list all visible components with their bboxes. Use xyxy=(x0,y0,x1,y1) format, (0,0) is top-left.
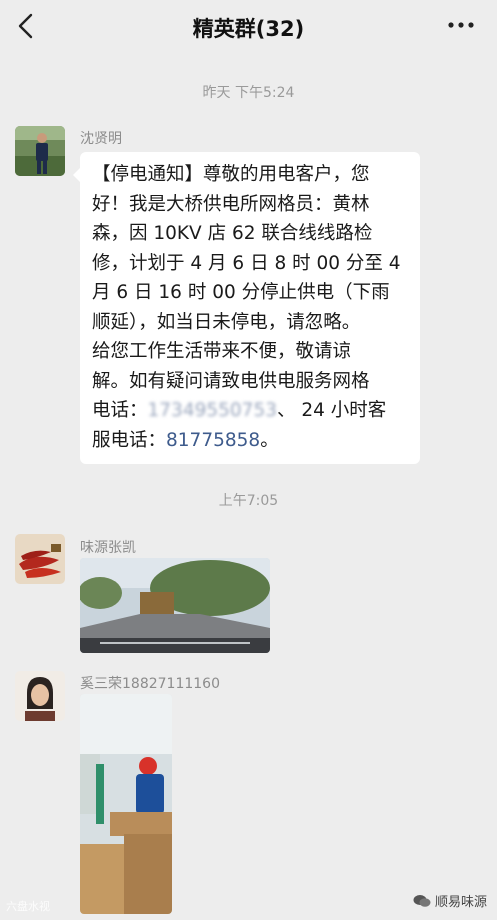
message-line: 森，因 10KV 店 62 联合线线路检 xyxy=(92,223,373,244)
sender-name: 沈贤明 xyxy=(80,131,122,147)
wechat-logo-icon xyxy=(413,894,431,907)
avatar-sender-1[interactable] xyxy=(15,126,65,176)
top-bar: 精英群(32) xyxy=(0,0,497,52)
road-dashcam-photo-icon xyxy=(80,558,270,653)
chat-title: 精英群(32) xyxy=(192,17,305,41)
message-line: 电话：17349550753、 24 小时客 xyxy=(92,396,410,426)
message-line: 服电话：81775858。 xyxy=(92,426,410,456)
avatar-chili-photo-icon xyxy=(15,534,65,584)
message-line: 顺延），如当日未停电，请忽略。 xyxy=(92,311,361,333)
avatar-man-photo-icon xyxy=(15,126,65,176)
message-line: 【停电通知】尊敬的用电客户，您 xyxy=(92,164,370,185)
message-line: 解。如有疑问请致电供电服务网格 xyxy=(92,370,370,392)
message-line: 好！我是大桥供电所网格员：黄林 xyxy=(92,193,370,215)
phone-link-blurred[interactable]: 17349550753 xyxy=(148,400,277,421)
timestamp: 上午7:05 xyxy=(218,493,279,509)
phone-link[interactable]: 81775858 xyxy=(166,430,260,451)
message-text: 服电话： xyxy=(92,429,167,451)
avatar-woman-photo-icon xyxy=(15,671,65,721)
message-text: 。 xyxy=(260,429,279,451)
watermark-left: 六盘水视 xyxy=(6,900,50,913)
message-line: 给您工作生活带来不便，敬请谅 xyxy=(92,341,352,362)
image-message-workshop[interactable] xyxy=(80,694,172,914)
timestamp: 昨天 下午5:24 xyxy=(202,85,295,101)
more-options-icon[interactable] xyxy=(447,16,475,34)
message-line: 月 6 日 16 时 00 分停止供电（下雨 xyxy=(92,282,390,303)
watermark-right: 顺易味源 xyxy=(413,891,487,910)
message-line: 修，计划于 4 月 6 日 8 时 00 分至 4 xyxy=(92,252,401,274)
watermark-text: 顺易味源 xyxy=(434,895,487,910)
message-text: 电话： xyxy=(92,400,148,421)
message-bubble-outage-notice[interactable]: 【停电通知】尊敬的用电客户，您 好！我是大桥供电所网格员：黄林 森，因 10KV… xyxy=(73,152,420,464)
sender-name: 味源张凯 xyxy=(80,540,136,556)
sender-name: 奚三荣18827111160 xyxy=(80,676,220,692)
avatar-sender-2[interactable] xyxy=(15,534,65,584)
message-text: 、 24 小时客 xyxy=(277,400,387,421)
image-message-road[interactable] xyxy=(80,558,270,653)
factory-worker-photo-icon xyxy=(80,694,172,914)
avatar-sender-3[interactable] xyxy=(15,671,65,721)
